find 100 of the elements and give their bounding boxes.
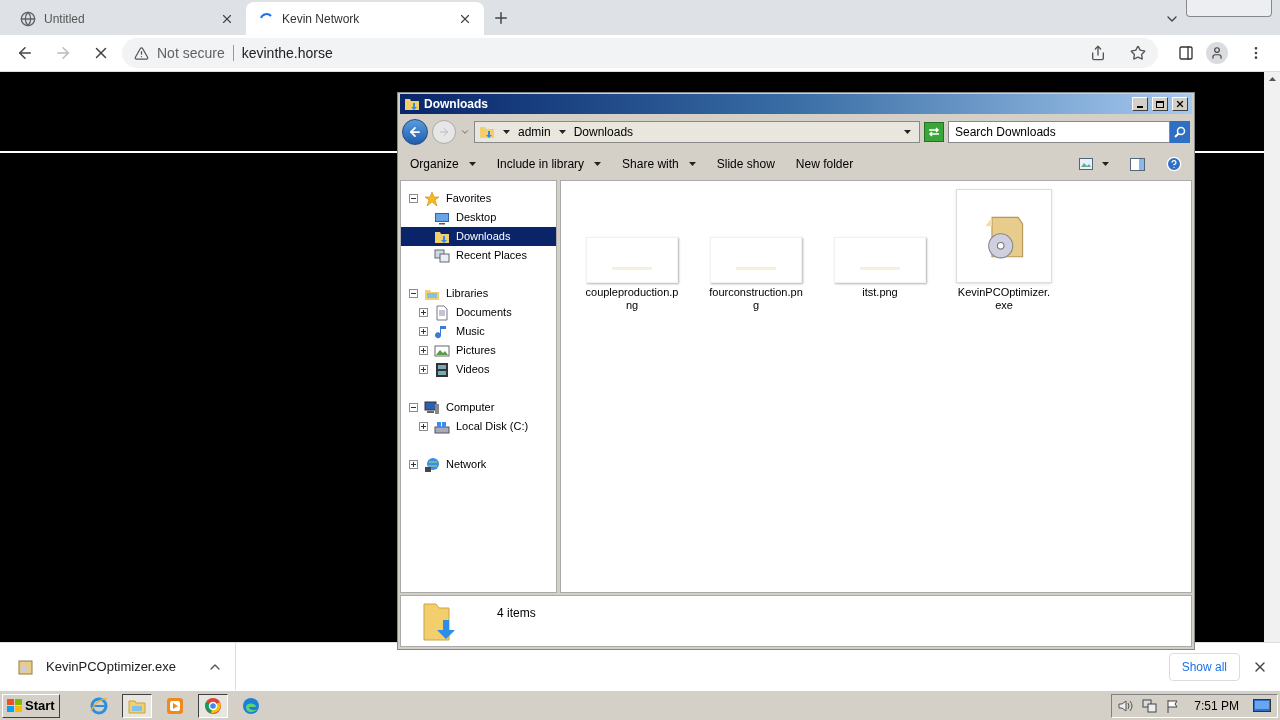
window-title: Downloads <box>424 96 489 113</box>
caret-icon[interactable] <box>558 129 566 134</box>
speaker-icon[interactable] <box>1118 698 1135 713</box>
scroll-up-icon[interactable] <box>1268 77 1276 81</box>
computer-icon <box>424 399 440 416</box>
address-bar[interactable]: Not secure kevinthe.horse <box>122 38 1158 68</box>
folder-icon <box>404 96 420 112</box>
profile-avatar[interactable] <box>1206 42 1228 64</box>
tab-title: Kevin Network <box>282 10 361 28</box>
warning-icon <box>134 45 149 61</box>
recent-places-icon <box>434 247 450 264</box>
installer-box-icon <box>18 658 34 675</box>
expand-toggle[interactable] <box>419 308 428 317</box>
back-icon[interactable] <box>16 44 34 62</box>
command-button[interactable]: New folder <box>795 155 854 173</box>
start-button[interactable]: Start <box>2 693 60 718</box>
flag-icon[interactable] <box>1166 698 1181 713</box>
share-icon[interactable] <box>1090 45 1106 61</box>
file-name: coupleproduction.png <box>585 286 679 312</box>
network-icon <box>424 456 440 473</box>
minimize-button[interactable] <box>1132 97 1148 111</box>
refresh-button[interactable] <box>924 121 944 142</box>
search-icon <box>1174 125 1186 138</box>
scrollbar[interactable] <box>1264 72 1280 642</box>
nav-item[interactable]: Computer <box>401 398 556 417</box>
security-label: Not secure <box>157 43 225 63</box>
document-icon <box>434 304 450 321</box>
command-button[interactable]: Include in library <box>496 155 585 173</box>
nav-item[interactable]: Favorites <box>401 189 556 208</box>
caret-icon[interactable] <box>688 162 696 166</box>
search-field[interactable]: Search Downloads <box>948 120 1170 143</box>
forward-arrow-icon <box>438 125 450 138</box>
address-dropdown-icon[interactable] <box>904 129 911 134</box>
new-tab-icon[interactable] <box>492 9 510 27</box>
command-button[interactable]: Organize <box>410 155 459 173</box>
taskbar-app[interactable] <box>197 693 228 718</box>
caret-icon[interactable] <box>594 162 602 166</box>
tab-title: Untitled <box>44 10 86 28</box>
command-button[interactable]: Share with <box>622 155 679 173</box>
search-button[interactable] <box>1170 120 1190 143</box>
url-text: kevinthe.horse <box>241 43 334 63</box>
help-icon[interactable] <box>1166 156 1182 172</box>
side-panel-icon[interactable] <box>1178 45 1194 61</box>
star-icon <box>424 190 440 207</box>
view-dropdown-icon[interactable] <box>1102 162 1109 166</box>
breadcrumb-item[interactable]: Downloads <box>573 122 634 141</box>
back-button[interactable] <box>402 118 428 145</box>
caret-icon[interactable] <box>503 129 510 134</box>
collapse-toggle[interactable] <box>409 194 418 203</box>
media-player-icon <box>165 696 184 715</box>
taskbar-app[interactable] <box>121 693 152 718</box>
bookmark-star-icon[interactable] <box>1130 45 1146 61</box>
expand-toggle[interactable] <box>419 365 428 374</box>
file-item[interactable]: fourconstruction.png <box>700 189 812 312</box>
edge-icon <box>241 696 260 715</box>
network-icon[interactable] <box>1142 698 1159 713</box>
nav-item[interactable]: Recent Places <box>401 246 556 265</box>
collapse-toggle[interactable] <box>409 289 418 298</box>
nav-item[interactable]: Downloads <box>401 227 556 246</box>
expand-toggle[interactable] <box>419 346 428 355</box>
windows-logo-icon <box>7 699 22 712</box>
expand-toggle[interactable] <box>409 460 418 469</box>
browser-tab[interactable]: Untitled <box>8 2 246 35</box>
address-field[interactable]: admin Downloads <box>474 120 920 143</box>
view-icon[interactable] <box>1079 158 1093 170</box>
breadcrumb-item[interactable]: admin <box>518 122 551 141</box>
expand-toggle[interactable] <box>419 327 428 336</box>
refresh-arrows-icon <box>928 126 940 137</box>
maximize-button[interactable] <box>1152 97 1168 111</box>
item-count: 4 items <box>497 605 536 622</box>
file-name: KevinPCOptimizer.exe <box>957 286 1051 312</box>
file-name: fourconstruction.png <box>709 286 803 312</box>
nav-item[interactable]: Documents <box>401 303 556 322</box>
nav-item[interactable]: Desktop <box>401 208 556 227</box>
download-filename: KevinPCOptimizer.exe <box>46 657 178 676</box>
nav-item[interactable]: Libraries <box>401 284 556 303</box>
chrome-icon <box>203 696 222 715</box>
show-all-button[interactable]: Show all <box>1168 652 1240 681</box>
nav-item[interactable]: Local Disk (C:) <box>401 417 556 436</box>
nav-item[interactable]: Videos <box>401 360 556 379</box>
file-item[interactable]: itst.png <box>824 189 936 299</box>
file-item[interactable]: coupleproduction.png <box>576 189 688 312</box>
nav-item[interactable]: Pictures <box>401 341 556 360</box>
film-icon <box>434 361 450 378</box>
file-item[interactable]: KevinPCOptimizer.exe <box>948 189 1060 312</box>
collapse-toggle[interactable] <box>409 403 418 412</box>
pictures-icon <box>434 342 450 359</box>
nav-item[interactable]: Network <box>401 455 556 474</box>
clock[interactable]: 7:51 PM <box>1194 696 1239 715</box>
show-desktop-icon[interactable] <box>1253 698 1271 713</box>
globe-icon <box>20 10 36 27</box>
browser-tab[interactable]: Kevin Network <box>246 2 484 35</box>
nav-item[interactable]: Music <box>401 322 556 341</box>
preview-pane-icon[interactable] <box>1130 157 1145 171</box>
caret-icon[interactable] <box>468 162 476 166</box>
file-name: itst.png <box>861 286 899 299</box>
expand-toggle[interactable] <box>419 422 428 431</box>
browser-e-icon <box>89 696 108 715</box>
command-button[interactable]: Slide show <box>716 155 775 173</box>
loading-spinner-icon <box>260 12 272 19</box>
